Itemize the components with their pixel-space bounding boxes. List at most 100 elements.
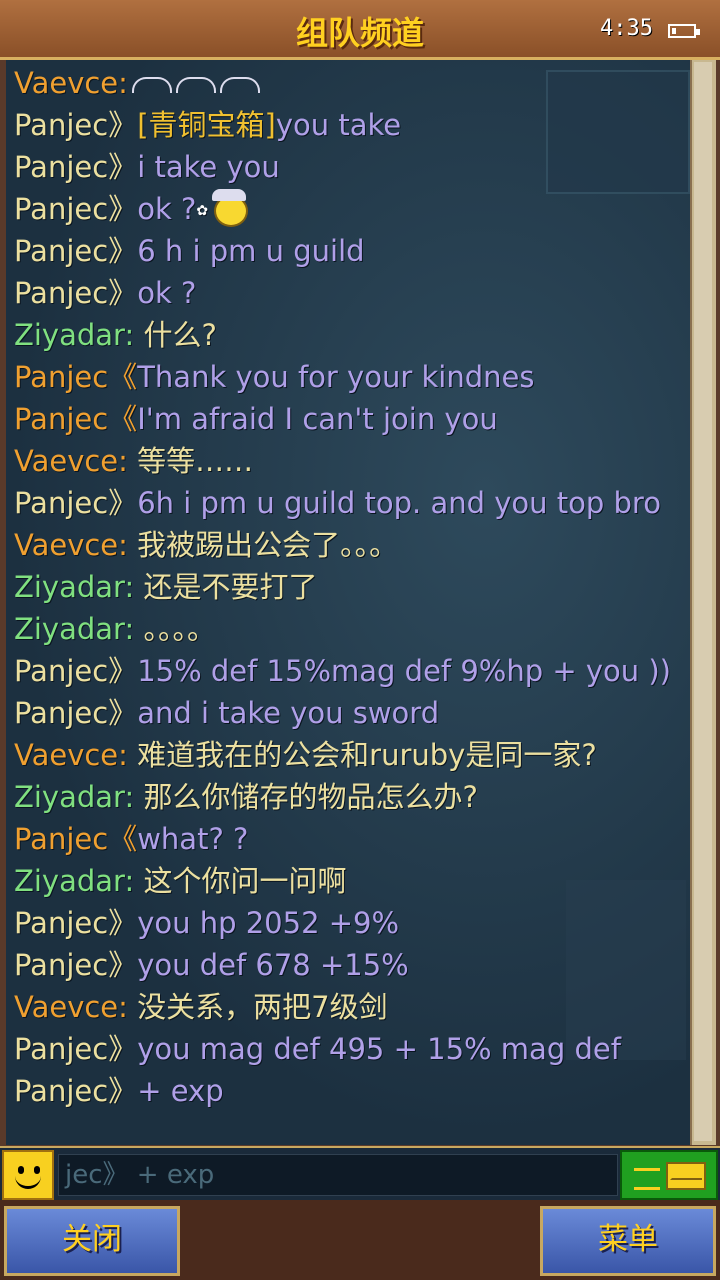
emoji-button[interactable] <box>2 1150 54 1200</box>
sender-name[interactable]: Panjec <box>14 234 108 268</box>
message-text: 还是不要打了 <box>134 570 318 604</box>
message-text: 6 h i pm u guild <box>137 234 365 268</box>
sender-name[interactable]: Panjec <box>14 696 108 730</box>
chat-message: Panjec》+ exp <box>14 1070 690 1112</box>
envelope-icon <box>666 1162 706 1190</box>
message-text: ok ? <box>137 192 197 226</box>
message-separator: 》 <box>108 192 138 226</box>
chat-message: Panjec《I'm afraid I can't join you <box>14 398 690 440</box>
message-separator: 《 <box>108 360 138 394</box>
message-separator: : <box>118 444 128 478</box>
sender-name[interactable]: Vaevce <box>14 528 118 562</box>
sender-name[interactable]: Ziyadar <box>14 570 124 604</box>
message-separator: 》 <box>108 906 138 940</box>
footer-bar: 关闭 菜单 <box>0 1200 720 1280</box>
message-text: 。。。。 <box>134 612 216 646</box>
sender-name[interactable]: Panjec <box>14 654 108 688</box>
sender-name[interactable]: Vaevce <box>14 444 118 478</box>
sender-name[interactable]: Panjec <box>14 150 108 184</box>
chat-message: Vaevce: <box>14 62 690 104</box>
sweat-emote-icon <box>175 77 216 93</box>
chat-message: Vaevce: 没关系，两把7级剑 <box>14 986 690 1028</box>
message-text: you take <box>275 108 402 142</box>
sender-name[interactable]: Panjec <box>14 192 108 226</box>
message-separator: : <box>118 738 128 772</box>
message-separator: 《 <box>108 822 138 856</box>
message-separator: : <box>124 318 135 352</box>
close-button[interactable]: 关闭 <box>4 1206 180 1276</box>
sender-name[interactable]: Panjec <box>14 906 108 940</box>
message-separator: : <box>124 612 135 646</box>
chat-scrollbar[interactable] <box>690 60 716 1145</box>
scrollbar-thumb[interactable] <box>694 62 712 1141</box>
sender-name[interactable]: Panjec <box>14 276 108 310</box>
chat-message: Ziyadar: 什么? <box>14 314 690 356</box>
message-separator: 》 <box>108 654 138 688</box>
message-separator: 》 <box>108 150 138 184</box>
sender-name[interactable]: Vaevce <box>14 66 118 100</box>
message-text: 6h i pm u guild top. and you top bro <box>137 486 661 520</box>
chat-message: Vaevce: 我被踢出公会了。。。 <box>14 524 690 566</box>
message-text: 什么? <box>134 318 217 352</box>
message-text: I'm afraid I can't join you <box>137 402 498 436</box>
message-text: 那么你储存的物品怎么办? <box>134 780 478 814</box>
sender-name[interactable]: Panjec <box>14 1074 108 1108</box>
message-separator: : <box>124 864 135 898</box>
sender-name[interactable]: Panjec <box>14 360 108 394</box>
chat-message: Panjec》you def 678 +15% <box>14 944 690 986</box>
viking-smiley-icon <box>212 189 249 227</box>
sender-name[interactable]: Panjec <box>14 822 108 856</box>
chat-message: Panjec》6h i pm u guild top. and you top … <box>14 482 690 524</box>
chat-message: Panjec》i take you <box>14 146 690 188</box>
chat-message: Panjec》15% def 15%mag def 9%hp + you )) <box>14 650 690 692</box>
sender-name[interactable]: Panjec <box>14 402 108 436</box>
message-separator: : <box>118 990 128 1024</box>
message-text: 15% def 15%mag def 9%hp + you )) <box>137 654 671 688</box>
menu-button[interactable]: 菜单 <box>540 1206 716 1276</box>
chat-message: Panjec《Thank you for your kindnes <box>14 356 690 398</box>
sparkle-icon: ✿ <box>196 203 209 219</box>
chat-log[interactable]: Vaevce: Panjec》[青铜宝箱]you take Panjec》i tak… <box>6 60 690 1145</box>
message-text: you mag def 495 + 15% mag def <box>137 1032 621 1066</box>
message-text: 我被踢出公会了。。。 <box>127 528 399 562</box>
sender-name[interactable]: Panjec <box>14 486 108 520</box>
sender-name[interactable]: Vaevce <box>14 738 118 772</box>
chat-message: Panjec》ok ? <box>14 272 690 314</box>
message-text: what? ? <box>137 822 249 856</box>
chat-message: Ziyadar: 那么你储存的物品怎么办? <box>14 776 690 818</box>
sender-name[interactable]: Panjec <box>14 1032 108 1066</box>
message-separator: : <box>124 780 135 814</box>
sender-name[interactable]: Ziyadar <box>14 864 124 898</box>
sweat-emote-icon <box>131 77 172 93</box>
message-text: you def 678 +15% <box>137 948 409 982</box>
item-link[interactable]: [青铜宝箱] <box>137 108 276 142</box>
message-separator: : <box>118 66 128 100</box>
message-separator: : <box>124 570 135 604</box>
sender-name[interactable]: Panjec <box>14 948 108 982</box>
sender-name[interactable]: Vaevce <box>14 990 118 1024</box>
message-separator: 》 <box>108 234 138 268</box>
chat-message: Panjec》you mag def 495 + 15% mag def <box>14 1028 690 1070</box>
message-separator: 《 <box>108 402 138 436</box>
sender-name[interactable]: Ziyadar <box>14 318 124 352</box>
chat-message: Panjec》you hp 2052 +9% <box>14 902 690 944</box>
message-text: + exp <box>137 1074 224 1108</box>
send-button[interactable] <box>620 1150 718 1200</box>
message-text: 难道我在的公会和ruruby是同一家? <box>127 738 597 772</box>
chat-message: Vaevce: 难道我在的公会和ruruby是同一家? <box>14 734 690 776</box>
message-separator: : <box>118 528 128 562</box>
message-separator: 》 <box>108 696 138 730</box>
smiley-mouth <box>15 1174 41 1189</box>
message-separator: 》 <box>108 948 138 982</box>
sender-name[interactable]: Panjec <box>14 108 108 142</box>
chat-input[interactable]: jec》 + exp <box>58 1154 618 1196</box>
sender-name[interactable]: Ziyadar <box>14 612 124 646</box>
chat-message: Ziyadar: 。。。。 <box>14 608 690 650</box>
sweat-emote-icon <box>219 77 260 93</box>
message-list: Vaevce: Panjec》[青铜宝箱]you take Panjec》i tak… <box>14 62 690 1112</box>
clock: 4:35 <box>600 16 653 41</box>
sender-name[interactable]: Ziyadar <box>14 780 124 814</box>
message-separator: 》 <box>108 1074 138 1108</box>
chat-message: Ziyadar: 这个你问一问啊 <box>14 860 690 902</box>
message-separator: 》 <box>108 486 138 520</box>
